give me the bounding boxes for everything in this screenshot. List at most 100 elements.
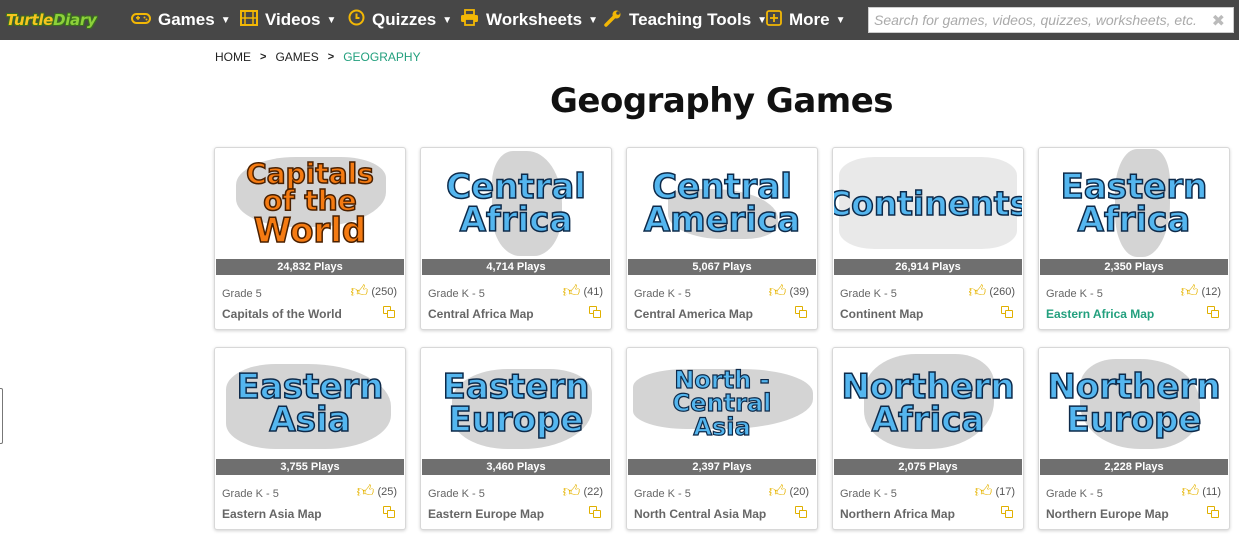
nav-worksheets[interactable]: Worksheets ▼ [460, 0, 598, 40]
game-card[interactable]: Eastern Europe 3,460 Plays Grade K - 5 👍︎… [420, 347, 612, 530]
game-name[interactable]: Capitals of the World [222, 307, 342, 321]
thumbs-up-icon: 👍︎ [562, 482, 581, 501]
likes[interactable]: 👍︎ (12) [1181, 283, 1221, 300]
game-name[interactable]: Central Africa Map [428, 307, 534, 321]
likes[interactable]: 👍︎ (20) [769, 483, 809, 500]
like-count: (11) [1202, 485, 1221, 498]
grade-level: Grade K - 5 [428, 488, 485, 500]
play-count: 26,914 Plays [834, 259, 1022, 275]
likes[interactable]: 👍︎ (260) [969, 283, 1015, 300]
game-name[interactable]: Continent Map [840, 307, 923, 321]
thumbs-up-icon: 👍︎ [1181, 482, 1200, 501]
thumbnail-title-line: Northern [1047, 366, 1222, 407]
grade-level: Grade K - 5 [1046, 288, 1103, 300]
game-name[interactable]: Central America Map [634, 307, 753, 321]
clock-icon [348, 9, 365, 31]
wrench-icon [604, 9, 622, 32]
play-count: 2,075 Plays [834, 459, 1022, 475]
breadcrumb-home[interactable]: HOME [215, 50, 251, 64]
film-icon [240, 9, 258, 31]
chevron-down-icon: ▼ [220, 14, 231, 26]
turtle-diary-logo[interactable]: TurtleDiary [6, 8, 97, 32]
play-count: 24,832 Plays [216, 259, 404, 275]
copy-link-icon[interactable] [589, 506, 601, 518]
likes[interactable]: 👍︎ (25) [357, 483, 397, 500]
copy-link-icon[interactable] [383, 506, 395, 518]
game-name[interactable]: Northern Europe Map [1046, 507, 1169, 521]
thumbnail-title-line: Central [651, 166, 792, 207]
play-count: 4,714 Plays [422, 259, 610, 275]
like-count: (39) [789, 285, 809, 298]
copy-link-icon[interactable] [589, 306, 601, 318]
game-card[interactable]: Continents 26,914 Plays Grade K - 5 👍︎ (2… [832, 147, 1024, 330]
likes[interactable]: 👍︎ (17) [975, 483, 1015, 500]
like-count: (260) [989, 285, 1015, 298]
nav-teaching-tools[interactable]: Teaching Tools ▼ [604, 0, 767, 40]
likes[interactable]: 👍︎ (22) [563, 483, 603, 500]
copy-link-icon[interactable] [383, 306, 395, 318]
game-card[interactable]: Northern Europe 2,228 Plays Grade K - 5 👍… [1038, 347, 1230, 530]
nav-videos-label: Videos [265, 10, 321, 29]
thumbnail-title-line: Asia [693, 412, 751, 441]
like-count: (25) [377, 485, 397, 498]
side-tab[interactable] [0, 388, 3, 444]
thumbnail-title-line: Capitals [245, 156, 374, 190]
game-thumbnail: Eastern Asia [216, 349, 404, 459]
thumbnail-title-line: Eastern [442, 366, 590, 407]
breadcrumb-games[interactable]: GAMES [275, 50, 318, 64]
copy-link-icon[interactable] [795, 306, 807, 318]
plus-square-icon [766, 9, 782, 31]
game-card[interactable]: Central Africa 4,714 Plays Grade K - 5 👍︎… [420, 147, 612, 330]
game-thumbnail: Eastern Europe [422, 349, 610, 459]
like-count: (12) [1201, 285, 1221, 298]
nav-videos[interactable]: Videos ▼ [240, 0, 336, 40]
game-name[interactable]: Eastern Africa Map [1046, 307, 1154, 321]
game-card[interactable]: North - Central Asia 2,397 Plays Grade K … [626, 347, 818, 530]
likes[interactable]: 👍︎ (250) [351, 283, 397, 300]
thumbs-up-icon: 👍︎ [350, 282, 369, 301]
game-name[interactable]: Eastern Asia Map [222, 507, 322, 521]
chevron-right-icon: > [327, 51, 335, 63]
game-name[interactable]: Eastern Europe Map [428, 507, 544, 521]
game-card[interactable]: Eastern Asia 3,755 Plays Grade K - 5 👍︎ (2… [214, 347, 406, 530]
breadcrumb-current: GEOGRAPHY [343, 50, 421, 64]
copy-link-icon[interactable] [1207, 306, 1219, 318]
nav-games[interactable]: Games ▼ [131, 0, 231, 40]
nav-more[interactable]: More ▼ [766, 0, 846, 40]
thumbnail-title-line: Asia [269, 400, 352, 440]
nav-games-label: Games [158, 10, 215, 29]
gamepad-icon [131, 10, 151, 30]
game-thumbnail: North - Central Asia [628, 349, 816, 459]
grade-level: Grade K - 5 [634, 488, 691, 500]
copy-link-icon[interactable] [1001, 306, 1013, 318]
thumbnail-title-line: North - Central [672, 365, 772, 418]
thumbnail-title-line: Africa [1077, 200, 1191, 240]
likes[interactable]: 👍︎ (11) [1181, 483, 1221, 500]
thumbnail-title-line: World [253, 210, 367, 251]
grade-level: Grade 5 [222, 288, 262, 300]
likes[interactable]: 👍︎ (39) [769, 283, 809, 300]
game-thumbnail: Capitals of the World [216, 149, 404, 259]
game-name[interactable]: Northern Africa Map [840, 507, 955, 521]
breadcrumb: HOME > GAMES > GEOGRAPHY [215, 50, 421, 64]
grade-level: Grade K - 5 [428, 288, 485, 300]
copy-link-icon[interactable] [1207, 506, 1219, 518]
copy-link-icon[interactable] [795, 506, 807, 518]
thumbnail-title-line: Central [445, 166, 586, 207]
clear-search-icon[interactable]: ✖ [1212, 11, 1225, 31]
like-count: (22) [583, 485, 603, 498]
game-card[interactable]: Capitals of the World 24,832 Plays Grade 5… [214, 147, 406, 330]
game-name[interactable]: North Central Asia Map [634, 507, 766, 521]
printer-icon [460, 9, 479, 31]
search-input[interactable] [869, 9, 1199, 31]
copy-link-icon[interactable] [1001, 506, 1013, 518]
likes[interactable]: 👍︎ (41) [563, 283, 603, 300]
grade-level: Grade K - 5 [840, 488, 897, 500]
nav-quizzes[interactable]: Quizzes ▼ [348, 0, 452, 40]
game-card[interactable]: Central America 5,067 Plays Grade K - 5 👍… [626, 147, 818, 330]
nav-more-label: More [789, 10, 830, 29]
game-card[interactable]: Eastern Africa 2,350 Plays Grade K - 5 👍︎… [1038, 147, 1230, 330]
like-count: (17) [995, 485, 1015, 498]
game-card[interactable]: Northern Africa 2,075 Plays Grade K - 5 👍… [832, 347, 1024, 530]
chevron-down-icon: ▼ [835, 14, 846, 26]
